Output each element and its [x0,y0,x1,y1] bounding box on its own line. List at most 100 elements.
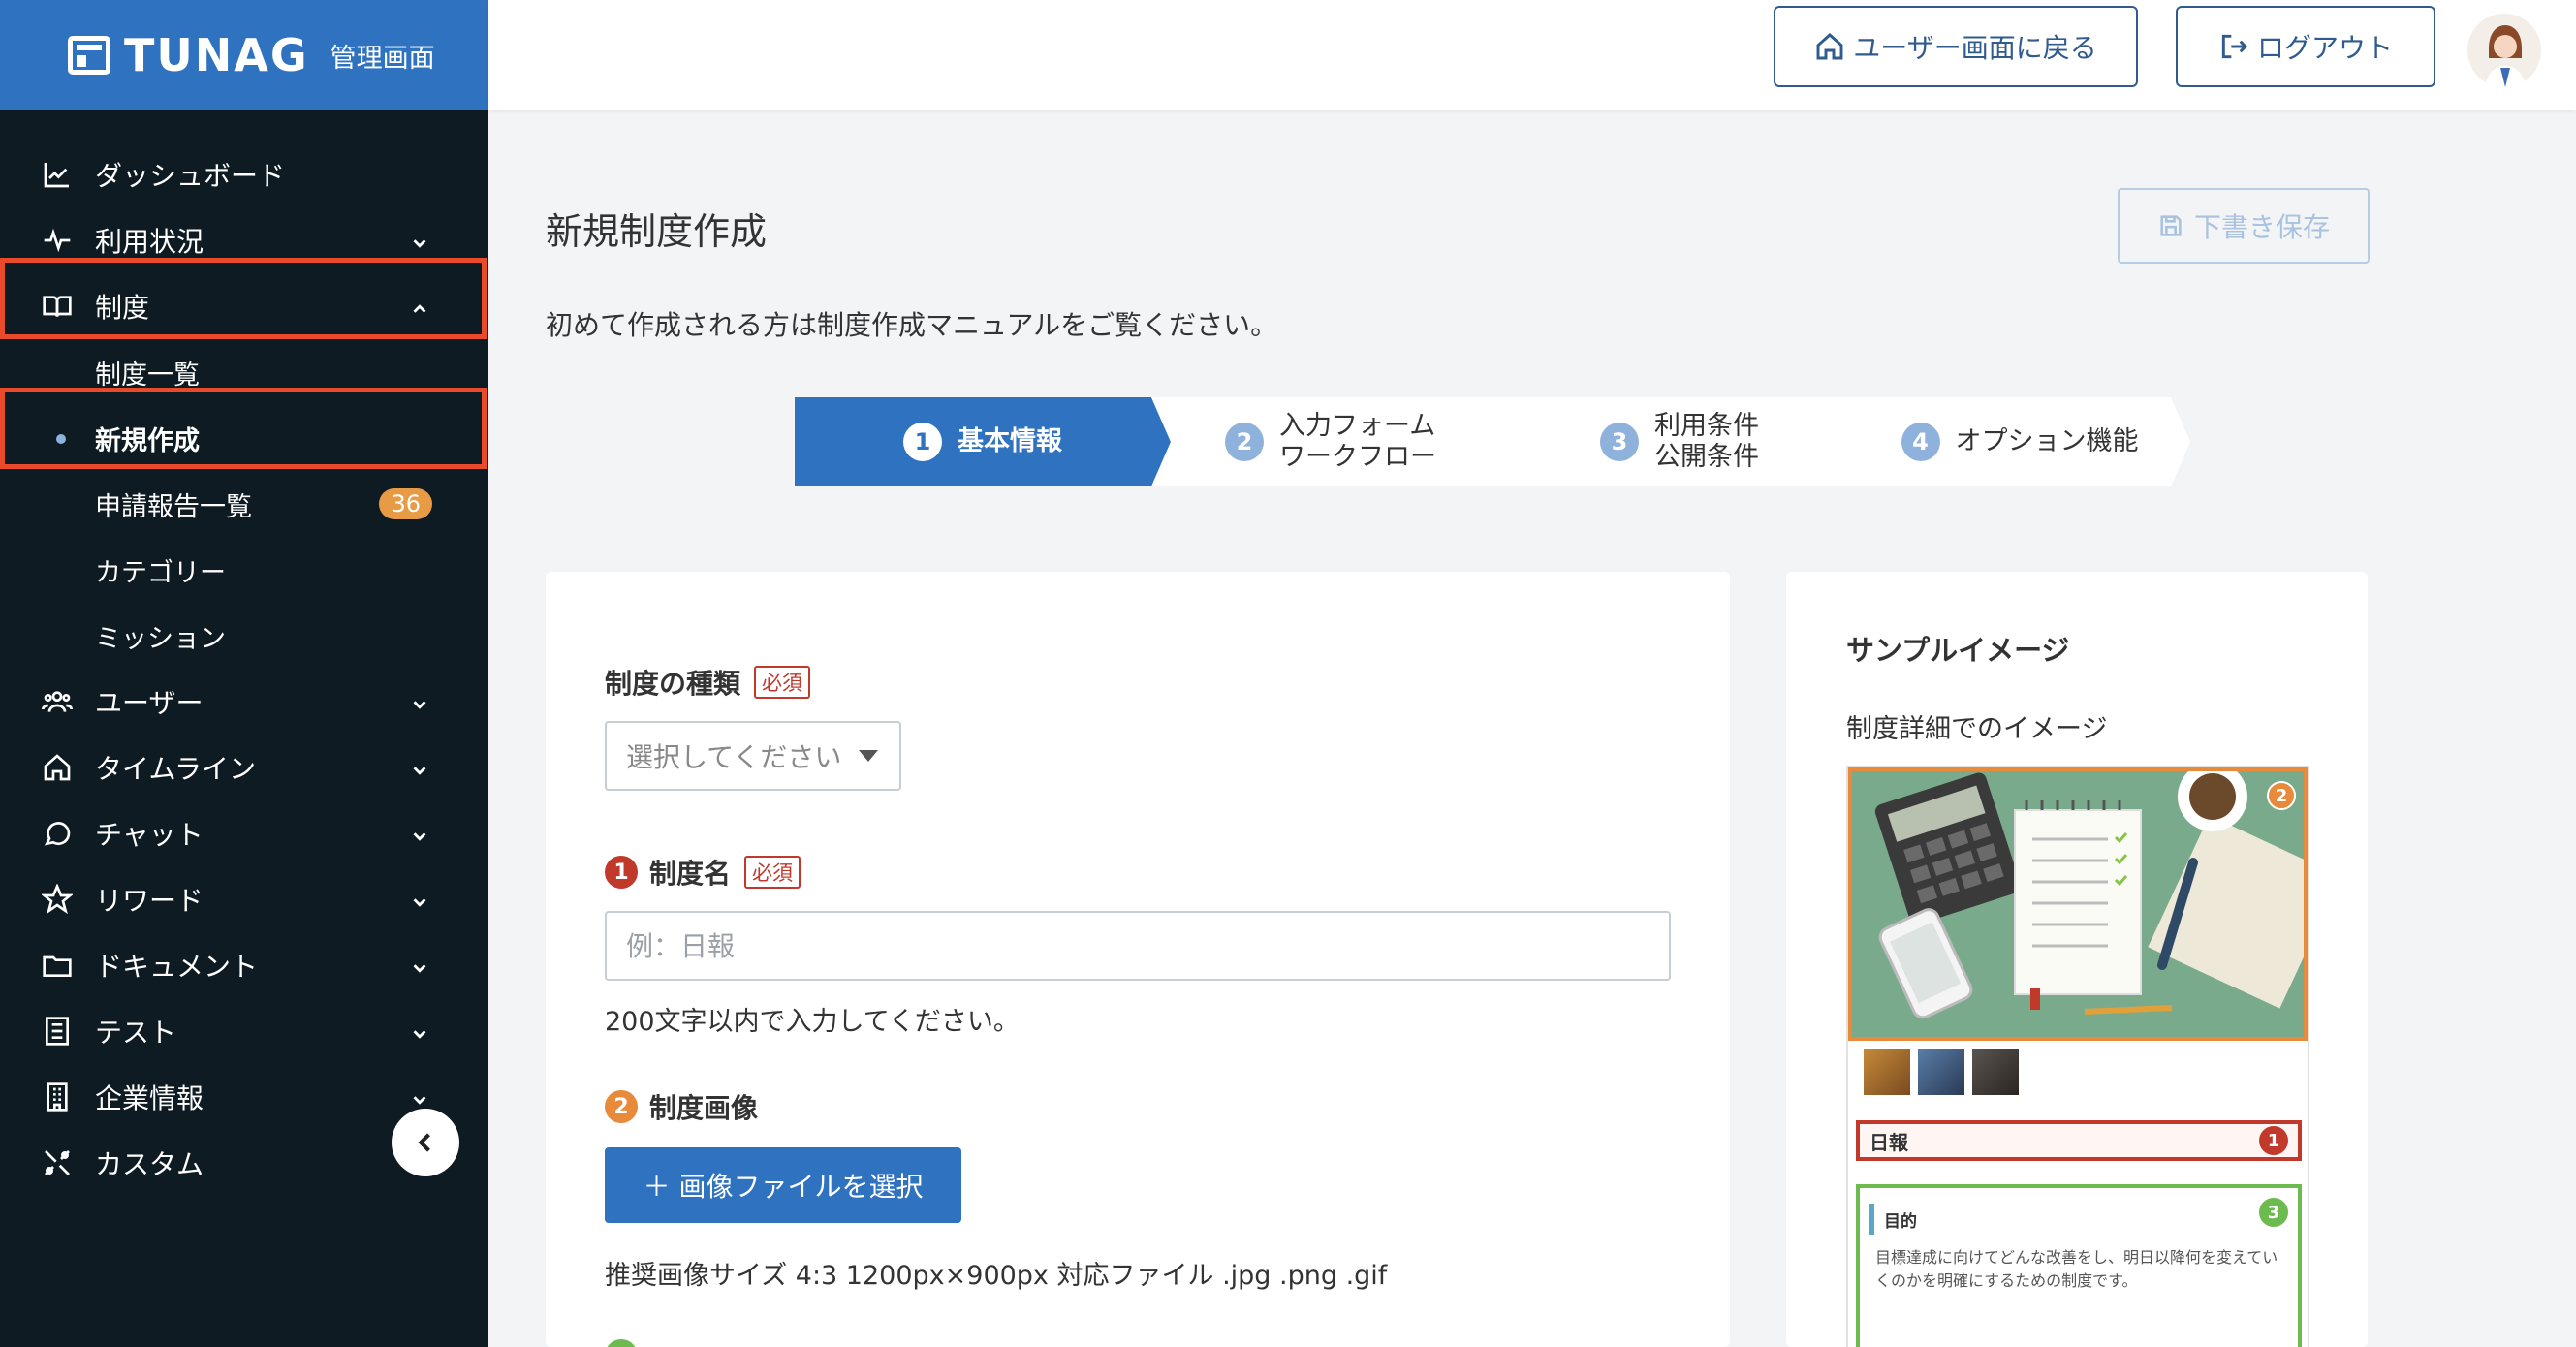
sidebar-item-chat[interactable]: チャット [0,800,488,866]
sidebar-subitem-label: 申請報告一覧 [95,491,252,522]
chevron-down-icon [409,690,432,713]
type-field-label: 制度の種類 必須 [605,663,811,702]
step-label-line2: 公開条件 [1654,442,1759,472]
brand-logo: TUNAG [124,29,309,81]
sidebar-subitem-reports[interactable]: 申請報告一覧 36 [0,471,488,537]
sidebar: TUNAG 管理画面 ダッシュボード 利用状況 制度 制度一覧 新規作成 申請報… [0,0,488,1347]
sample-preview-image: 2 [1848,767,2308,1041]
save-draft-button[interactable]: 下書き保存 [2118,188,2370,264]
sidebar-item-label: テスト [95,1017,177,1049]
chevron-down-icon [409,229,432,252]
chevron-down-icon [409,1085,432,1109]
brand-subtitle: 管理画面 [330,43,435,74]
sidebar-item-users[interactable]: ユーザー [0,669,488,735]
logout-button[interactable]: ログアウト [2176,6,2435,87]
sidebar-subitem-category[interactable]: カテゴリー [0,537,488,603]
chevron-down-icon [409,1019,432,1043]
step-label-line1: 入力フォーム [1279,410,1436,441]
marker-1-icon: 1 [605,856,638,889]
caret-down-icon [859,750,879,762]
intro-text: 初めて作成される方は制度作成マニュアルをご覧ください。 [546,309,1278,341]
sidebar-subitem-mission[interactable]: ミッション [0,603,488,669]
home-icon [41,751,74,784]
home-icon [1814,31,1853,62]
marker-1-icon: 1 [2259,1126,2288,1155]
type-select[interactable]: 選択してください [605,721,901,791]
chevron-left-icon [412,1129,439,1156]
marker-3-icon: 3 [2259,1198,2288,1227]
avatar[interactable] [2467,14,2541,87]
tools-icon [41,1146,74,1179]
step-conditions[interactable]: 3 利用条件 公開条件 [1491,397,1869,486]
upload-image-button[interactable]: ＋ 画像ファイルを選択 [605,1147,961,1223]
type-select-value: 選択してください [626,741,842,773]
highlight-system [0,258,487,339]
thumbnail-image [1918,1049,1964,1095]
sidebar-item-label: 利用状況 [95,226,204,258]
preview-title-box: 日報 1 [1856,1120,2302,1161]
highlight-new [0,388,487,469]
image-help-text: 推奨画像サイズ 4:3 1200px×900px 対応ファイル .jpg .pn… [605,1261,1388,1291]
count-badge: 36 [379,488,432,519]
step-number: 1 [903,423,942,461]
sidebar-item-label: カスタム [95,1148,204,1180]
chevron-down-icon [409,822,432,845]
preview-body-text: 目標達成に向けてどんな改善をし、明日以降何を変えていくのかを明確にするための制度… [1875,1248,2278,1290]
folder-icon [41,949,74,982]
page-title: 新規制度作成 [546,210,768,253]
sidebar-subitem-label: カテゴリー [95,557,226,588]
sidebar-item-label: チャット [95,819,204,851]
users-icon [41,685,74,718]
chevron-down-icon [409,888,432,911]
thumbnail-image [1864,1049,1910,1095]
required-tag: 必須 [744,856,801,889]
required-tag: 必須 [754,666,811,699]
step-indicator: 1 基本情報 2 入力フォーム ワークフロー 3 利用条件 公開条件 4 オプシ… [795,397,2190,486]
name-input[interactable] [605,911,1671,981]
user-screen-button[interactable]: ユーザー画面に戻る [1774,6,2138,87]
sidebar-collapse-button[interactable] [392,1109,459,1176]
step-input-form[interactable]: 2 入力フォーム ワークフロー [1151,397,1510,486]
sidebar-item-label: ダッシュボード [95,160,286,192]
chat-icon [41,817,74,850]
step-options[interactable]: 4 オプション機能 [1849,397,2190,486]
step-label-line1: 利用条件 [1654,410,1759,441]
name-field-label: 1 制度名 必須 [605,853,801,892]
step-basic-info[interactable]: 1 基本情報 [795,397,1171,486]
image-label-text: 制度画像 [649,1092,759,1124]
logout-icon [2218,31,2257,62]
sample-title: サンプルイメージ [1846,634,2070,667]
preview-title: 日報 [1869,1130,1908,1154]
star-icon [41,883,74,916]
image-field-label: 2 制度画像 [605,1087,758,1126]
step-label: 基本情報 [958,425,1062,456]
step-number: 4 [1901,423,1940,461]
preview-body-head: 目的 [1869,1204,1917,1235]
chart-line-icon [41,158,74,191]
logout-button-label: ログアウト [2256,32,2393,64]
thumbnail-strip [1864,1049,2019,1095]
sidebar-item-timeline[interactable]: タイムライン [0,735,488,800]
sidebar-item-dashboard[interactable]: ダッシュボード [0,141,488,207]
sidebar-item-label: リワード [95,885,204,917]
sample-preview: 2 日報 1 目的 3 目標達成に向けてどんな改善をし、明日以降何を変えていくの… [1846,766,2309,1347]
sidebar-item-reward[interactable]: リワード [0,866,488,932]
save-icon [2157,212,2194,239]
pulse-icon [41,224,74,257]
step-number: 3 [1600,423,1639,461]
logo-icon [68,36,110,75]
checklist-icon [41,1015,74,1048]
top-header: ユーザー画面に戻る ログアウト [488,0,2576,110]
user-screen-button-label: ユーザー画面に戻る [1853,32,2097,64]
save-draft-label: 下書き保存 [2193,211,2330,243]
name-label-text: 制度名 [649,858,732,890]
marker-2-icon: 2 [605,1090,638,1123]
preview-body-box: 目的 3 目標達成に向けてどんな改善をし、明日以降何を変えていくのかを明確にする… [1856,1184,2302,1347]
avatar-illustration [2467,14,2541,87]
sidebar-item-label: ユーザー [95,687,204,719]
sidebar-item-test[interactable]: テスト [0,998,488,1064]
sidebar-item-label: ドキュメント [95,951,259,983]
sidebar-subitem-label: ミッション [95,623,226,654]
brand-header[interactable]: TUNAG 管理画面 [0,0,488,110]
sidebar-item-document[interactable]: ドキュメント [0,932,488,998]
